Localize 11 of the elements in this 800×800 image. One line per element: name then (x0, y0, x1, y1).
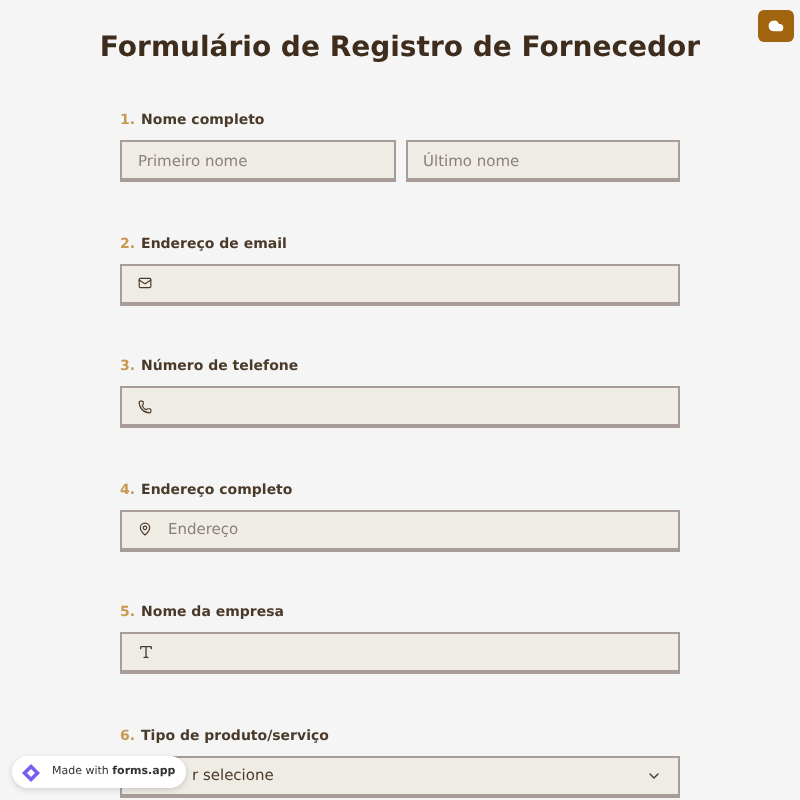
form-title: Formulário de Registro de Fornecedor (99, 30, 701, 66)
cloud-icon (768, 18, 784, 34)
logo-icon (20, 761, 42, 783)
upload-button[interactable] (758, 10, 794, 42)
mail-icon (138, 276, 152, 290)
phone-field[interactable] (120, 386, 680, 428)
text-icon (138, 644, 154, 660)
pin-icon (138, 522, 152, 536)
company-field[interactable] (120, 632, 680, 674)
phone-icon (138, 399, 152, 413)
email-field[interactable] (120, 263, 680, 305)
